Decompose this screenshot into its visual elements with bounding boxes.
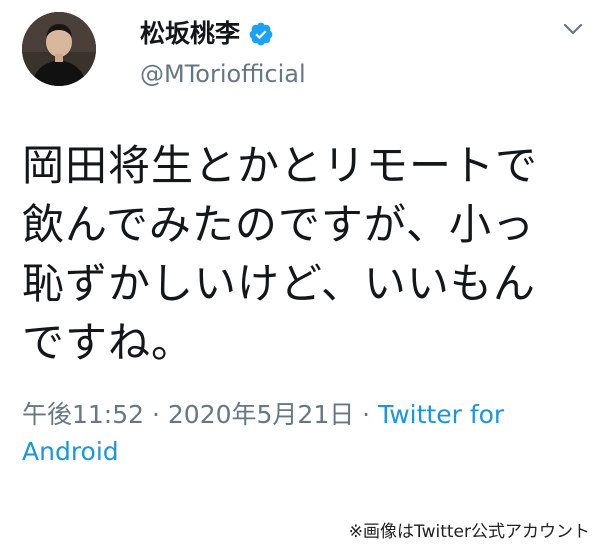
tweet-meta: 午後11:52 · 2020年5月21日 · Twitter for Andro…	[22, 396, 562, 470]
tweet-timestamp[interactable]: 午後11:52 · 2020年5月21日 ·	[22, 400, 378, 429]
tweet-text: 岡田将生とかとリモートで 飲んでみたのですが、小っ 恥ずかしいけど、いいもん で…	[22, 141, 539, 367]
tweet-card: 松坂桃李 @MToriofficial 岡田将生とかとリモートで 飲んでみたので…	[0, 0, 600, 552]
profile-photo-icon	[22, 12, 96, 86]
verified-badge-icon	[248, 21, 274, 47]
image-credit: ※画像はTwitter公式アカウント	[348, 522, 590, 542]
author-handle[interactable]: @MToriofficial	[140, 58, 306, 90]
author-display-name[interactable]: 松坂桃李	[140, 16, 240, 52]
chevron-down-icon[interactable]	[560, 16, 586, 42]
avatar[interactable]	[22, 12, 96, 86]
author-name-row: 松坂桃李	[140, 16, 274, 52]
